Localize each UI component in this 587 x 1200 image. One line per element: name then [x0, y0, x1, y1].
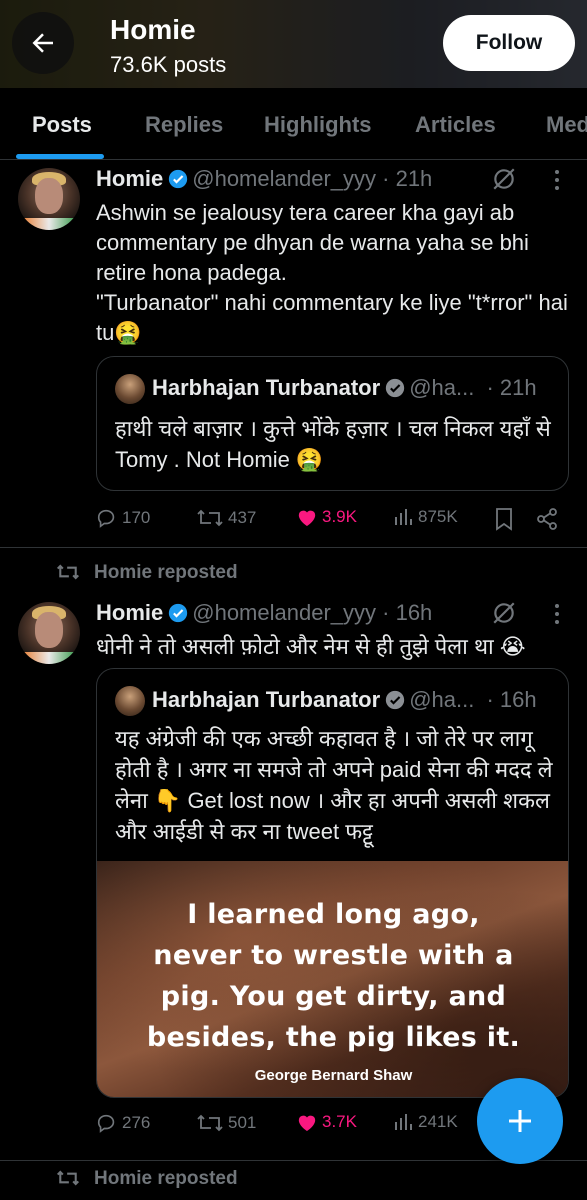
quoted-avatar — [115, 374, 145, 404]
image-quote-line: never to wrestle with a — [153, 940, 514, 971]
tab-posts[interactable]: Posts — [32, 112, 92, 138]
image-quote-line: I learned long ago, — [187, 899, 480, 930]
reply-icon — [97, 509, 115, 528]
like-icon — [298, 1115, 316, 1132]
grok-icon[interactable] — [491, 600, 517, 626]
share-icon[interactable] — [536, 507, 558, 531]
more-vertical-icon[interactable] — [553, 168, 561, 192]
quoted-author-line: Harbhajan Turbanator @ha... · 16h — [152, 687, 537, 712]
verified-badge-icon — [386, 690, 405, 710]
repost-button[interactable]: 437 — [196, 507, 256, 529]
image-quote-author: George Bernard Shaw — [254, 1067, 413, 1084]
active-tab-indicator — [16, 154, 104, 159]
verified-badge-icon — [169, 169, 188, 189]
repost-icon — [197, 509, 223, 527]
avatar[interactable] — [18, 602, 80, 664]
more-vertical-icon[interactable] — [553, 602, 561, 626]
quoted-post[interactable]: Harbhajan Turbanator @ha... · 16h यह अंग्… — [96, 668, 569, 1098]
reply-icon — [97, 1114, 115, 1133]
post-count: 73.6K posts — [110, 52, 227, 77]
quoted-text: यह अंग्रेजी की एक अच्छी कहावत है । जो ते… — [115, 726, 553, 844]
repost-button[interactable]: 501 — [196, 1112, 256, 1134]
divider — [0, 1160, 587, 1161]
back-button[interactable] — [12, 12, 74, 74]
back-arrow-icon — [32, 33, 53, 53]
quote-image[interactable]: I learned long ago, never to wrestle wit… — [97, 861, 568, 1097]
avatar[interactable] — [18, 168, 80, 230]
post-text: धोनी ने तो असली फ़ोटो और नेम से ही तुझे … — [96, 634, 526, 659]
tab-highlights[interactable]: Highlights — [264, 112, 372, 138]
quoted-avatar — [115, 686, 145, 716]
like-icon — [298, 510, 316, 527]
repost-indicator: Homie reposted — [56, 1168, 238, 1190]
repost-indicator: Homie reposted — [56, 562, 238, 584]
repost-icon — [197, 1114, 223, 1132]
compose-plus-icon — [509, 1110, 531, 1132]
image-quote-line: besides, the pig likes it. — [146, 1022, 521, 1053]
tab-replies[interactable]: Replies — [145, 112, 223, 138]
image-quote-line: pig. You get dirty, and — [160, 981, 507, 1012]
author-handle[interactable]: @homelander_yyy — [192, 600, 376, 625]
bookmark-icon[interactable] — [494, 507, 514, 531]
post-author-line: Homie @homelander_yyy · 16h — [96, 600, 432, 626]
post-time: · 21h — [382, 166, 433, 191]
like-button[interactable]: 3.9K — [296, 507, 357, 527]
repost-icon — [56, 1170, 80, 1186]
post[interactable]: Homie @homelander_yyy · 21h Ashwin se jea… — [0, 160, 587, 548]
author-handle[interactable]: @homelander_yyy — [192, 166, 376, 191]
post-actions: 170 437 3.9K 875K — [96, 507, 566, 537]
quoted-text: हाथी चले बाज़ार । कुत्ते भोंके हज़ार । च… — [115, 416, 551, 472]
tab-media[interactable]: Media — [546, 112, 587, 138]
tab-articles[interactable]: Articles — [415, 112, 496, 138]
reply-button[interactable]: 170 — [96, 507, 150, 529]
grok-icon[interactable] — [491, 166, 517, 192]
compose-button[interactable] — [477, 1078, 563, 1164]
quoted-author-line: Harbhajan Turbanator @ha... · 21h — [152, 375, 537, 400]
like-button[interactable]: 3.7K — [296, 1112, 357, 1132]
views-icon — [395, 1114, 412, 1130]
post-author-line: Homie @homelander_yyy · 21h — [96, 166, 432, 192]
profile-name: Homie — [110, 14, 196, 45]
views-icon — [395, 509, 412, 525]
repost-icon — [56, 564, 80, 580]
post-time: · 16h — [382, 600, 433, 625]
follow-button[interactable]: Follow — [443, 15, 575, 71]
quoted-post[interactable]: Harbhajan Turbanator @ha... · 21h हाथी चल… — [96, 356, 569, 491]
reply-button[interactable]: 276 — [96, 1112, 150, 1134]
verified-badge-icon — [169, 603, 188, 623]
author-name[interactable]: Homie — [96, 166, 163, 191]
author-name[interactable]: Homie — [96, 600, 163, 625]
profile-tabs: Posts Replies Highlights Articles Media — [0, 88, 587, 160]
post-text: Ashwin se jealousy tera career kha gayi … — [96, 200, 568, 345]
views-button[interactable]: 875K — [394, 507, 458, 527]
views-button[interactable]: 241K — [394, 1112, 458, 1132]
verified-badge-icon — [386, 378, 405, 398]
profile-header: Homie 73.6K posts Follow — [0, 0, 587, 88]
post[interactable]: Homie reposted Homie @homelander_yyy · 16… — [0, 548, 587, 1168]
